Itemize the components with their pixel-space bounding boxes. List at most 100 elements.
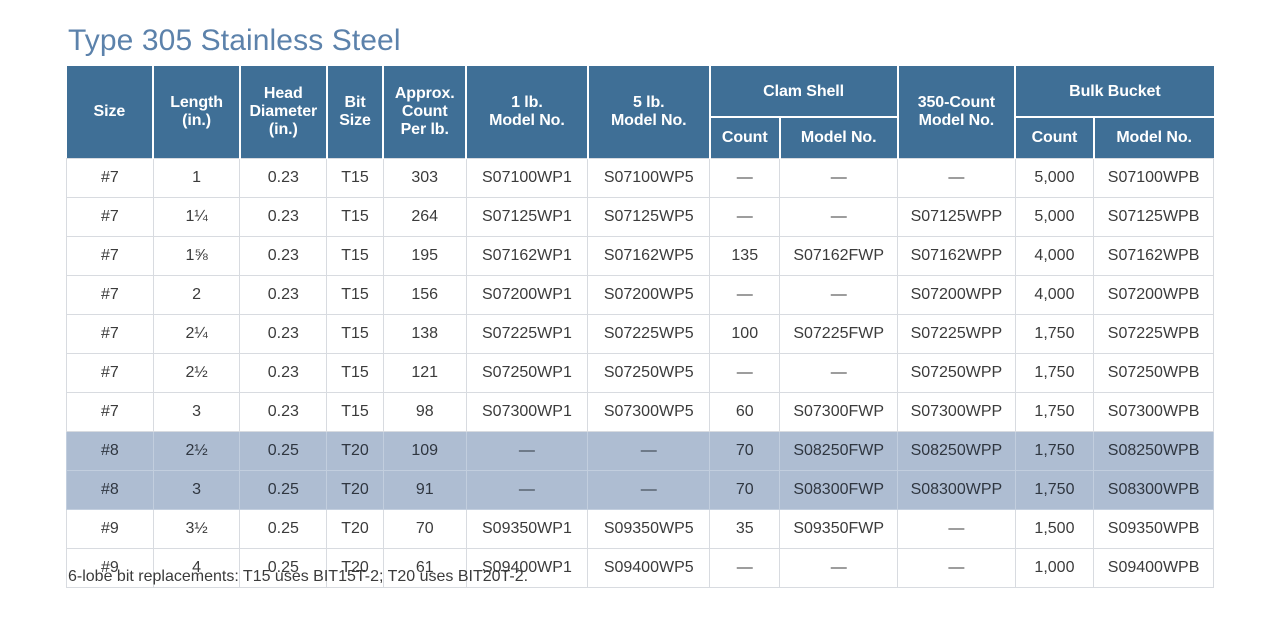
col-header-1lb-model: 1 lb. Model No. (465, 66, 589, 159)
cell-clam-model: S07162FWP (779, 236, 899, 276)
col-header-bulk-model: Model No. (1092, 117, 1214, 159)
cell-bulk-count: 4,000 (1014, 275, 1095, 315)
col-header-5lb-line2: Model No. (610, 112, 687, 129)
cell-bulk-model: S07200WPB (1093, 275, 1214, 315)
cell-350-model: S07200WPP (897, 275, 1016, 315)
cell-head-diameter: 0.23 (239, 275, 328, 315)
col-header-5lb-model: 5 lb. Model No. (586, 66, 711, 159)
cell-350-model: S07125WPP (897, 197, 1016, 237)
cell-5lb-model: S07200WP5 (587, 275, 711, 315)
cell-length: 2 (152, 275, 241, 315)
table-row: #7 2½ 0.23 T15 121 S07250WP1 S07250WP5— — S07250… (66, 353, 1214, 393)
col-header-clam-count: Count (708, 117, 781, 159)
cell-bulk-model: S08250WPB (1093, 431, 1214, 471)
cell-approx-count: 109 (382, 431, 467, 471)
cell-bulk-count: 1,500 (1014, 509, 1095, 549)
col-header-approx-count-line3: Per lb. (400, 120, 449, 138)
table-row: #7 1⅝ 0.23 T15 195 S07162WP1 S07162WP5 135 S0716… (66, 236, 1214, 276)
col-header-approx-count: Approx. Count Per lb. (382, 66, 468, 159)
cell-clam-model: — (779, 548, 899, 588)
cell-bulk-count: 1,750 (1014, 392, 1095, 432)
cell-size: #7 (66, 236, 154, 276)
col-header-head-diameter-line1: Head (263, 85, 303, 103)
col-header-clam-model: Model No. (778, 117, 899, 159)
cell-bulk-model: S09350WPB (1093, 509, 1214, 549)
table-row: #7 1 0.23 T15 303 S07100WP1 S07100WP5— — —5,000 S… (66, 158, 1214, 198)
col-header-length-line2: (in.) (182, 112, 211, 129)
table-row: #8 2½ 0.25 T20 109— —70 S08250FWP S08250WPP 1,75… (66, 431, 1214, 471)
col-header-5lb-line1: 5 lb. (632, 94, 665, 112)
col-header-bit-size: Bit Size (325, 66, 385, 159)
cell-approx-count: 91 (382, 470, 467, 510)
cell-size: #8 (66, 431, 154, 471)
cell-1lb-model: S07300WP1 (465, 392, 589, 432)
cell-bit-size: T15 (326, 353, 384, 393)
cell-clam-count: 70 (709, 470, 781, 510)
cell-bulk-model: S07250WPB (1093, 353, 1214, 393)
cell-bit-size: T15 (326, 158, 384, 198)
cell-clam-count: — (709, 197, 781, 237)
cell-clam-model: S08300FWP (779, 470, 899, 510)
cell-approx-count: 138 (382, 314, 467, 354)
cell-size: #9 (66, 509, 154, 549)
col-header-head-diameter-line2: Diameter (249, 103, 318, 121)
cell-head-diameter: 0.23 (239, 353, 328, 393)
cell-5lb-model: S07125WP5 (587, 197, 711, 237)
cell-350-model: — (897, 509, 1016, 549)
cell-clam-model: S08250FWP (779, 431, 899, 471)
page-title: Type 305 Stainless Steel (68, 24, 401, 57)
col-header-350-line2: Model No. (918, 112, 995, 129)
cell-5lb-model: S09400WP5 (587, 548, 711, 588)
cell-bulk-count: 1,750 (1014, 353, 1095, 393)
cell-clam-model: S07300FWP (779, 392, 899, 432)
cell-clam-count: — (709, 353, 781, 393)
header-row-primary: Size Length (in.) Head Diameter (in.) Bi… (66, 66, 1214, 159)
cell-length: 1¼ (152, 197, 241, 237)
cell-clam-count: 100 (709, 314, 781, 354)
col-header-1lb-line2: Model No. (489, 112, 565, 129)
table-row: #7 1¼ 0.23 T15 264 S07125WP1 S07125WP5— — S07125… (66, 197, 1214, 237)
cell-5lb-model: — (587, 470, 711, 510)
cell-5lb-model: S07162WP5 (587, 236, 711, 276)
col-header-length-line1: Length (170, 94, 223, 112)
cell-350-model: S08250WPP (897, 431, 1016, 471)
cell-approx-count: 70 (382, 509, 467, 549)
cell-head-diameter: 0.23 (239, 392, 328, 432)
cell-head-diameter: 0.23 (239, 158, 328, 198)
col-header-350-line1: 350-Count (917, 94, 996, 112)
cell-head-diameter: 0.25 (239, 431, 328, 471)
cell-approx-count: 264 (382, 197, 467, 237)
cell-bulk-model: S09400WPB (1093, 548, 1214, 588)
cell-1lb-model: S07162WP1 (465, 236, 589, 276)
col-group-header-bulk-bucket: Bulk Bucket (1014, 66, 1214, 118)
cell-clam-model: — (779, 158, 899, 198)
cell-350-model: S07300WPP (897, 392, 1016, 432)
cell-clam-model: S07225FWP (779, 314, 899, 354)
cell-bulk-model: S07225WPB (1093, 314, 1214, 354)
fastener-spec-table-container: Size Length (in.) Head Diameter (in.) Bi… (66, 66, 1214, 588)
cell-bulk-count: 5,000 (1014, 197, 1095, 237)
col-header-bulk-count: Count (1014, 117, 1095, 159)
table-row: #7 2 0.23 T15 156 S07200WP1 S07200WP5— — S07200W… (66, 275, 1214, 315)
col-header-350-count-model: 350-Count Model No. (896, 66, 1017, 159)
cell-clam-count: — (709, 548, 781, 588)
cell-length: 2¼ (152, 314, 241, 354)
cell-clam-model: — (779, 353, 899, 393)
cell-bit-size: T15 (326, 392, 384, 432)
cell-approx-count: 121 (382, 353, 467, 393)
cell-5lb-model: — (587, 431, 711, 471)
cell-bit-size: T15 (326, 197, 384, 237)
cell-1lb-model: S07250WP1 (465, 353, 589, 393)
cell-1lb-model: S07225WP1 (465, 314, 589, 354)
table-row: #9 3½ 0.25 T20 70 S09350WP1 S09350WP5 35 S09350F… (66, 509, 1214, 549)
cell-bit-size: T15 (326, 275, 384, 315)
cell-head-diameter: 0.23 (239, 236, 328, 276)
cell-head-diameter: 0.23 (239, 197, 328, 237)
table-body: #7 1 0.23 T15 303 S07100WP1 S07100WP5— — —5,000 S… (66, 158, 1214, 588)
cell-bit-size: T15 (326, 236, 384, 276)
cell-clam-count: — (709, 158, 781, 198)
cell-clam-count: — (709, 275, 781, 315)
cell-bulk-model: S07125WPB (1093, 197, 1214, 237)
table-header: Size Length (in.) Head Diameter (in.) Bi… (66, 66, 1214, 159)
cell-approx-count: 195 (382, 236, 467, 276)
